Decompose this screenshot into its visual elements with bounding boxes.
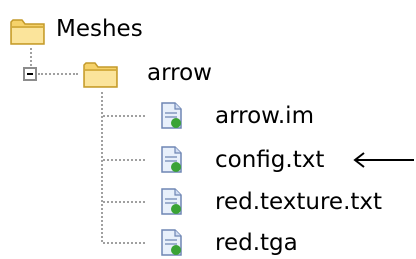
tree-connector [103, 159, 145, 161]
folder-icon [10, 19, 45, 45]
tree-node-label-file: red.tga [215, 230, 298, 256]
file-icon [161, 229, 182, 256]
tree-connector [103, 115, 145, 117]
tree-node-label-arrow: arrow [147, 60, 212, 86]
file-icon [161, 146, 182, 173]
folder-icon [83, 62, 118, 88]
minus-box-icon[interactable] [23, 67, 37, 81]
tree-connector [30, 48, 32, 66]
tree-connector [103, 201, 145, 203]
left-arrow-icon [353, 152, 414, 168]
tree-connector [38, 73, 78, 75]
file-icon [161, 102, 182, 129]
tree-node-label-file: arrow.im [215, 103, 314, 129]
file-tree: Meshes arrow arrow.im config.txt red.tex… [0, 0, 416, 259]
tree-node-label-file: config.txt [215, 147, 325, 173]
file-icon [161, 188, 182, 215]
tree-connector [103, 242, 145, 244]
tree-node-label-meshes: Meshes [56, 16, 143, 42]
tree-node-label-file: red.texture.txt [215, 189, 383, 215]
